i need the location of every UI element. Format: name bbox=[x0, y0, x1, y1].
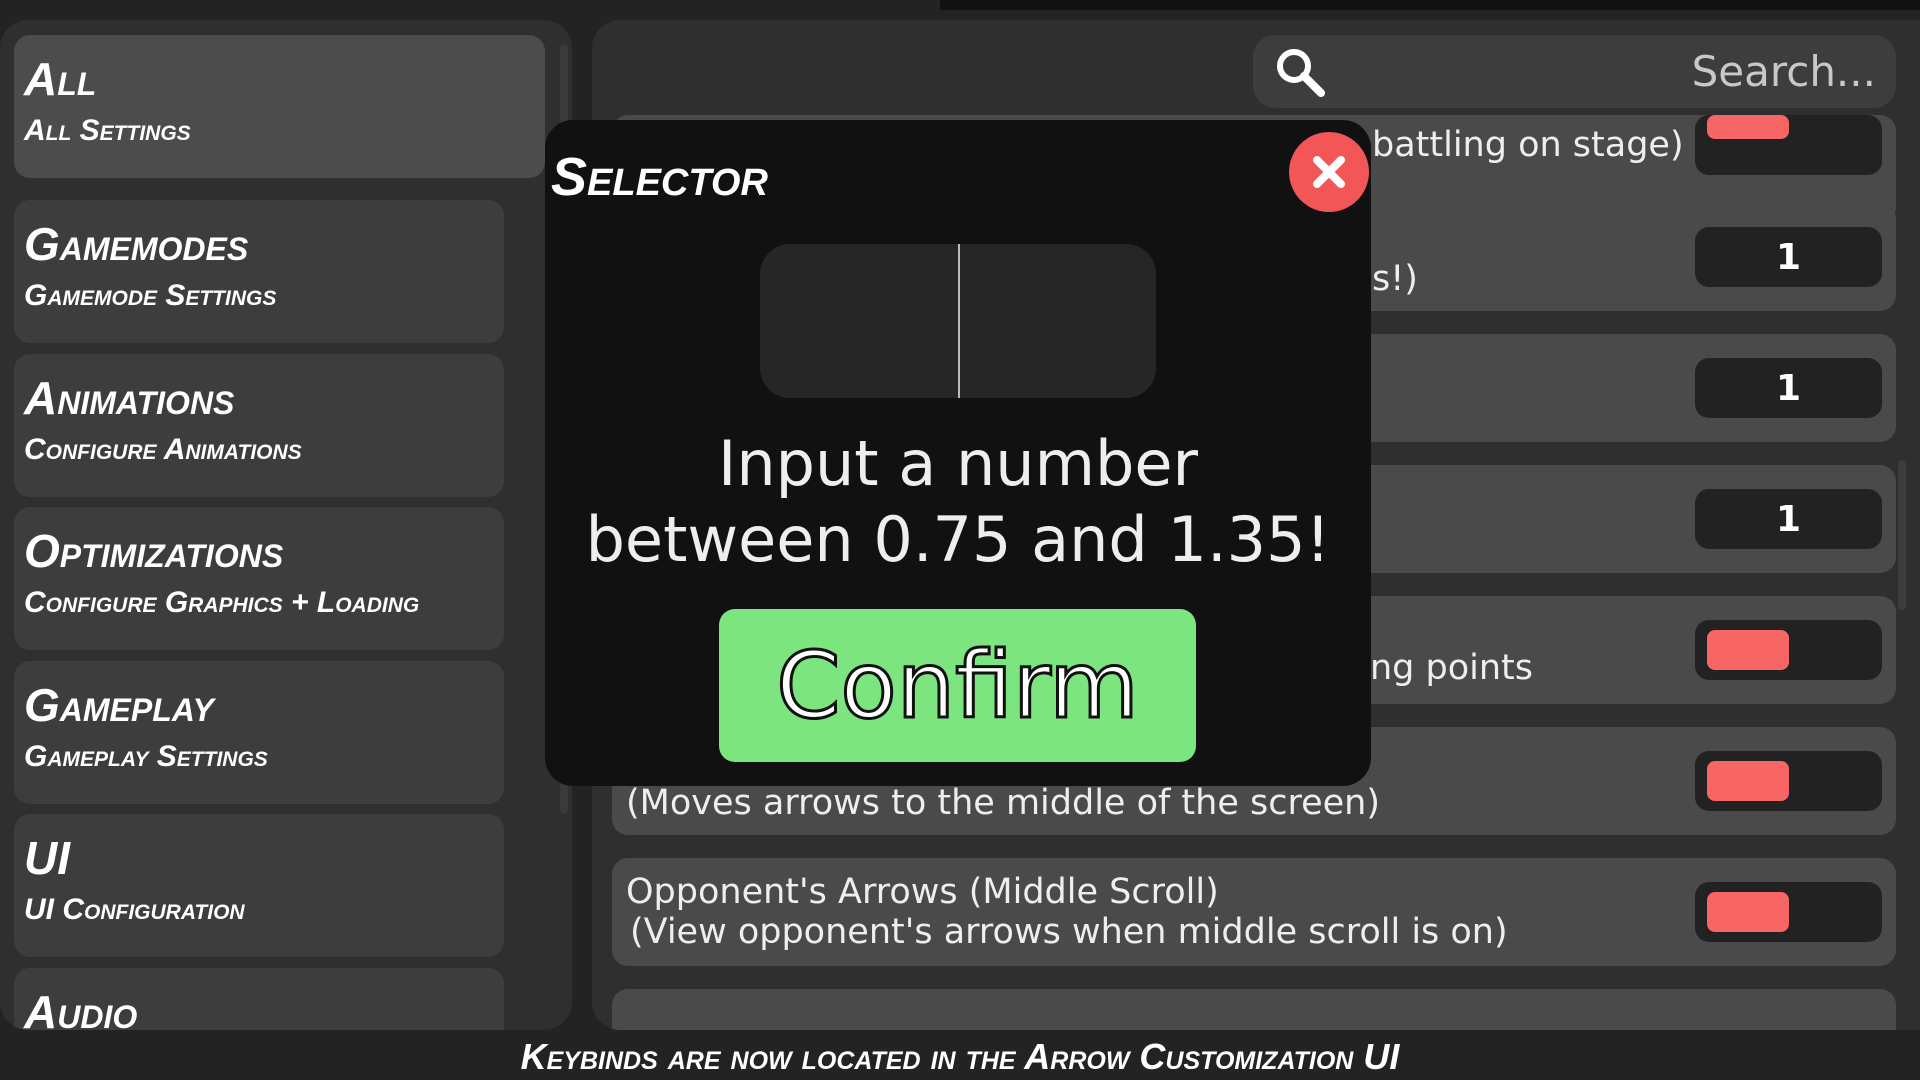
sidebar-item-optimizations[interactable]: Optimizations Configure Graphics + Loadin… bbox=[14, 507, 504, 650]
toggle-knob bbox=[1707, 630, 1789, 670]
selector-modal: Selector Input a number between 0.75 and … bbox=[545, 120, 1371, 786]
close-button[interactable] bbox=[1289, 132, 1369, 212]
toggle[interactable] bbox=[1695, 882, 1882, 942]
settings-scrollbar[interactable] bbox=[1898, 460, 1906, 610]
setting-label: s!) bbox=[1372, 259, 1418, 299]
toggle-knob bbox=[1707, 761, 1789, 801]
setting-row bbox=[612, 989, 1896, 1030]
item-subtitle: UI Configuration bbox=[24, 893, 245, 926]
item-subtitle: Configure Animations bbox=[24, 433, 302, 466]
value-input[interactable]: 1 bbox=[1695, 358, 1882, 418]
toggle[interactable] bbox=[1695, 115, 1882, 175]
item-title: UI bbox=[24, 832, 70, 884]
item-title: Audio bbox=[24, 986, 138, 1030]
close-icon bbox=[1313, 156, 1345, 188]
item-subtitle: Configure Graphics + Loading bbox=[24, 586, 420, 619]
text-caret bbox=[958, 244, 960, 398]
toggle-knob bbox=[1707, 115, 1789, 139]
item-title: All bbox=[24, 53, 97, 105]
item-subtitle: All Settings bbox=[24, 114, 191, 147]
toggle[interactable] bbox=[1695, 751, 1882, 811]
setting-description: (View opponent's arrows when middle scro… bbox=[630, 912, 1508, 952]
sidebar: All All Settings Gamemodes Gamemode Settin… bbox=[0, 20, 572, 1030]
item-subtitle: Gameplay Settings bbox=[24, 740, 268, 773]
item-title: Gameplay bbox=[24, 679, 214, 731]
prompt-text: Input a number between 0.75 and 1.35! bbox=[545, 426, 1371, 578]
toggle-knob bbox=[1707, 892, 1789, 932]
search-bar[interactable]: Search... bbox=[1253, 35, 1896, 108]
modal-title: Selector bbox=[551, 147, 768, 207]
confirm-button[interactable]: Confirm bbox=[719, 609, 1196, 762]
item-title: Optimizations bbox=[24, 525, 284, 577]
value-input[interactable]: 1 bbox=[1695, 227, 1882, 287]
setting-label: ng points bbox=[1370, 648, 1534, 688]
search-input[interactable]: Search... bbox=[1692, 47, 1876, 96]
setting-label: Opponent's Arrows (Middle Scroll) bbox=[626, 872, 1219, 912]
prompt-line: Input a number bbox=[718, 427, 1198, 500]
sidebar-item-ui[interactable]: UI UI Configuration bbox=[14, 814, 504, 957]
sidebar-item-all[interactable]: All All Settings bbox=[14, 35, 545, 178]
sidebar-item-animations[interactable]: Animations Configure Animations bbox=[14, 354, 504, 497]
item-subtitle: Gamemode Settings bbox=[24, 279, 277, 312]
setting-row: Opponent's Arrows (Middle Scroll) (View o… bbox=[612, 858, 1896, 966]
prompt-line: between 0.75 and 1.35! bbox=[585, 503, 1331, 576]
item-title: Gamemodes bbox=[24, 218, 249, 270]
item-title: Animations bbox=[24, 372, 235, 424]
setting-label: battling on stage) bbox=[1372, 125, 1684, 165]
sidebar-item-audio[interactable]: Audio bbox=[14, 968, 504, 1030]
value-input[interactable]: 1 bbox=[1695, 489, 1882, 549]
search-icon bbox=[1277, 48, 1325, 97]
footer-notice: Keybinds are now located in the Arrow Cu… bbox=[520, 1036, 1400, 1077]
top-bar bbox=[940, 0, 1920, 10]
setting-label: (Moves arrows to the middle of the scree… bbox=[626, 783, 1381, 823]
sidebar-item-gameplay[interactable]: Gameplay Gameplay Settings bbox=[14, 661, 504, 804]
sidebar-item-gamemodes[interactable]: Gamemodes Gamemode Settings bbox=[14, 200, 504, 343]
toggle[interactable] bbox=[1695, 620, 1882, 680]
